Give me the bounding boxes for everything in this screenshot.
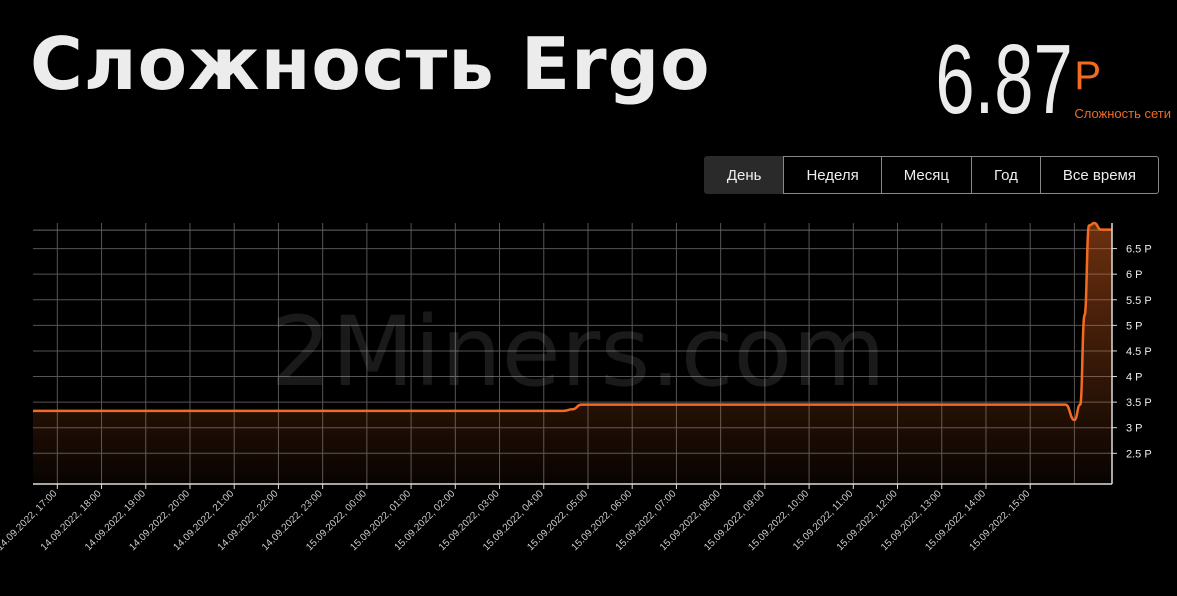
- y-tick-label: 3 P: [1126, 423, 1143, 435]
- y-tick-label: 6.5 P: [1126, 244, 1152, 256]
- y-tick-label: 5 P: [1126, 320, 1143, 332]
- chart-watermark: 2Miners.com: [270, 296, 886, 408]
- difficulty-chart: 2Miners.com 2.5 P 3 P 3.5 P 4 P 4.5 P 5 P 5.5 …: [0, 221, 1152, 553]
- y-tick-label: 5.5 P: [1126, 295, 1152, 307]
- y-tick-label: 3.5 P: [1126, 397, 1152, 409]
- x-axis-ticks: 14.09.2022, 17:0014.09.2022, 18:0014.09.…: [0, 484, 1033, 553]
- y-axis-ticks: 2.5 P 3 P 3.5 P 4 P 4.5 P 5 P 5.5 P 6 P 6.5 P: [1112, 244, 1152, 460]
- y-tick-label: 4.5 P: [1126, 346, 1152, 358]
- y-tick-label: 6 P: [1126, 269, 1143, 281]
- y-tick-label: 4 P: [1126, 372, 1143, 384]
- y-tick-label: 2.5 P: [1126, 448, 1152, 460]
